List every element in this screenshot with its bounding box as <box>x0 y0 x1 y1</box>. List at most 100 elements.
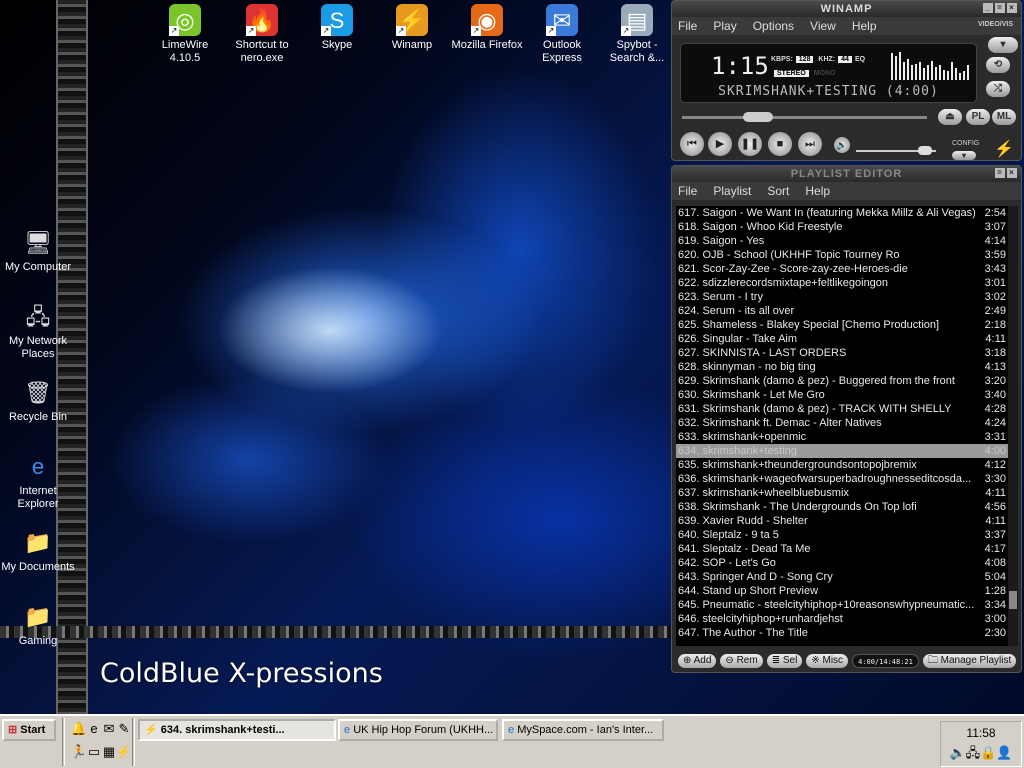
security-icon[interactable]: 🔒 <box>980 745 996 760</box>
task-winamp[interactable]: ⚡ 634. skrimshank+testi... <box>138 719 336 741</box>
add-button[interactable]: ⊕ Add <box>678 654 717 668</box>
menu-file[interactable]: File <box>678 19 697 33</box>
playlist-row[interactable]: 645. Pneumatic - steelcityhiphop+10reaso… <box>676 598 1008 612</box>
menu-options[interactable]: Options <box>753 19 794 33</box>
menu-play[interactable]: Play <box>713 19 736 33</box>
desktop-icon[interactable]: 📁 Gaming <box>0 600 76 648</box>
playlist-row[interactable]: 624. Serum - its all over 2:49 <box>676 304 1008 318</box>
network-icon[interactable]: 🖧 <box>966 745 981 760</box>
close-button[interactable]: × <box>1007 3 1017 13</box>
seek-handle[interactable] <box>742 112 773 122</box>
toolbar-grip[interactable] <box>62 718 65 766</box>
winamp-icon[interactable]: ⚡ <box>115 743 133 761</box>
playlist-row[interactable]: 625. Shameless - Blakey Special [Chemo P… <box>676 318 1008 332</box>
menu-file[interactable]: File <box>678 184 697 198</box>
scrollbar-thumb[interactable] <box>1009 591 1017 609</box>
desktop-icon[interactable]: e Internet Explorer <box>0 450 76 511</box>
start-button[interactable]: ⊞ Start <box>2 719 56 741</box>
minimize-button[interactable]: _ <box>983 3 993 13</box>
desktop-icon[interactable]: ◉ Mozilla Firefox <box>449 4 525 52</box>
playlist-row[interactable]: 646. steelcityhiphop+runhardjehst 3:00 <box>676 612 1008 626</box>
desktop-icon[interactable]: 🗑 Recycle Bin <box>0 376 76 424</box>
playlist-row[interactable]: 627. SKINNISTA - LAST ORDERS 3:18 <box>676 346 1008 360</box>
visualizer[interactable] <box>891 50 969 80</box>
desktop-icon[interactable]: 🖥 My Computer <box>0 226 76 274</box>
playlist-row[interactable]: 618. Saigon - Whoo Kid Freestyle 3:07 <box>676 220 1008 234</box>
desktop-icon[interactable]: ◎ LimeWire 4.10.5 <box>147 4 223 65</box>
task-ukhh-forum[interactable]: e UK Hip Hop Forum (UKHH... <box>338 719 498 741</box>
media-library-button[interactable]: ML <box>992 109 1016 125</box>
shade-button[interactable]: = <box>995 168 1005 178</box>
playlist-row[interactable]: 643. Springer And D - Song Cry 5:04 <box>676 570 1008 584</box>
playlist-row[interactable]: 631. Skrimshank (damo & pez) - TRACK WIT… <box>676 402 1008 416</box>
desktop-icon[interactable]: 📁 My Documents <box>0 526 76 574</box>
video-vis-toggle[interactable]: ▾ <box>988 37 1018 53</box>
playlist-row[interactable]: 620. OJB - School (UKHHF Topic Tourney R… <box>676 248 1008 262</box>
playlist-row[interactable]: 623. Serum - I try 3:02 <box>676 290 1008 304</box>
menu-help[interactable]: Help <box>852 19 877 33</box>
playlist-row[interactable]: 626. Singular - Take Aim 4:11 <box>676 332 1008 346</box>
select-button[interactable]: ≣ Sel <box>766 654 803 668</box>
config-button[interactable]: ▾ <box>952 151 976 160</box>
playlist-row[interactable]: 642. SOP - Let's Go 4:08 <box>676 556 1008 570</box>
winamp-titlebar[interactable]: WINAMP _ = × <box>672 1 1021 17</box>
playlist-track-list[interactable]: 617. Saigon - We Want In (featuring Mekk… <box>676 206 1008 646</box>
eject-button[interactable]: ⏏ <box>938 109 962 125</box>
playlist-row[interactable]: 644. Stand up Short Preview 1:28 <box>676 584 1008 598</box>
playlist-scrollbar[interactable] <box>1008 206 1018 646</box>
playlist-row[interactable]: 635. skrimshank+theundergroundsontopojbr… <box>676 458 1008 472</box>
playlist-row[interactable]: 639. Xavier Rudd - Shelter 4:11 <box>676 514 1008 528</box>
manage-playlist-button[interactable]: 🗀 Manage Playlist <box>922 654 1017 668</box>
next-button[interactable]: ⏭ <box>798 132 822 156</box>
playlist-row[interactable]: 633. skrimshank+openmic 3:31 <box>676 430 1008 444</box>
desktop-icon[interactable]: 🖧 My Network Places <box>0 300 76 361</box>
playlist-row[interactable]: 634. skrimshank+testing 4:00 <box>676 444 1008 458</box>
playlist-row[interactable]: 622. sdizzlerecordsmixtape+feltlikegoing… <box>676 276 1008 290</box>
playlist-titlebar[interactable]: PLAYLIST EDITOR = × <box>672 166 1021 182</box>
pause-button[interactable]: ❚❚ <box>738 132 762 156</box>
remove-button[interactable]: ⊖ Rem <box>720 654 763 668</box>
time-display[interactable]: 1:15 <box>711 52 769 80</box>
clock[interactable]: 11:58 <box>941 726 1021 740</box>
play-button[interactable]: ▶ <box>708 132 732 156</box>
menu-help[interactable]: Help <box>805 184 830 198</box>
playlist-row[interactable]: 647. The Author - The Title 2:30 <box>676 626 1008 640</box>
desktop-icon[interactable]: S Skype <box>299 4 375 52</box>
menu-playlist[interactable]: Playlist <box>713 184 751 198</box>
desktop-icon[interactable]: ✉ Outlook Express <box>524 4 600 65</box>
stop-button[interactable]: ■ <box>768 132 792 156</box>
volume-slider[interactable] <box>856 146 936 155</box>
mute-icon[interactable]: 🔈 <box>834 137 850 153</box>
menu-sort[interactable]: Sort <box>767 184 789 198</box>
playlist-row[interactable]: 617. Saigon - We Want In (featuring Mekk… <box>676 206 1008 220</box>
playlist-row[interactable]: 621. Scor-Zay-Zee - Score-zay-zee-Heroes… <box>676 262 1008 276</box>
menu-view[interactable]: View <box>810 19 836 33</box>
playlist-row[interactable]: 629. Skrimshank (damo & pez) - Buggered … <box>676 374 1008 388</box>
shuffle-button[interactable]: ⤮ <box>986 81 1010 97</box>
desktop-icon[interactable]: ⚡ Winamp <box>374 4 450 52</box>
previous-button[interactable]: ⏮ <box>680 132 704 156</box>
playlist-row[interactable]: 619. Saigon - Yes 4:14 <box>676 234 1008 248</box>
playlist-row[interactable]: 640. Sleptalz - 9 ta 5 3:37 <box>676 528 1008 542</box>
toolbar-grip[interactable] <box>132 718 135 766</box>
misc-button[interactable]: ※ Misc <box>806 654 849 668</box>
repeat-button[interactable]: ⟲ <box>986 57 1010 73</box>
playlist-row[interactable]: 628. skinnyman - no big ting 4:13 <box>676 360 1008 374</box>
volume-handle[interactable] <box>918 146 932 155</box>
messenger-icon[interactable]: 👤 <box>996 745 1012 760</box>
task-myspace[interactable]: e MySpace.com - Ian's Inter... <box>502 719 664 741</box>
playlist-toggle-button[interactable]: PL <box>966 109 990 125</box>
playlist-row[interactable]: 636. skrimshank+wageofwarsuperbadroughne… <box>676 472 1008 486</box>
desktop-icon[interactable]: 🔥 Shortcut to nero.exe <box>224 4 300 65</box>
seek-bar[interactable] <box>682 112 927 122</box>
desktop-icon[interactable]: ▤ Spybot - Search &... <box>599 4 675 65</box>
notepad-icon[interactable]: ✎ <box>115 720 133 738</box>
volume-icon[interactable]: 🔈 <box>949 745 965 760</box>
playlist-row[interactable]: 632. Skrimshank ft. Demac - Alter Native… <box>676 416 1008 430</box>
playlist-row[interactable]: 638. Skrimshank - The Undergrounds On To… <box>676 500 1008 514</box>
shade-button[interactable]: = <box>995 3 1005 13</box>
close-button[interactable]: × <box>1007 168 1017 178</box>
playlist-row[interactable]: 641. Sleptalz - Dead Ta Me 4:17 <box>676 542 1008 556</box>
playlist-row[interactable]: 637. skrimshank+wheelbluebusmix 4:11 <box>676 486 1008 500</box>
playlist-row[interactable]: 630. Skrimshank - Let Me Gro 3:40 <box>676 388 1008 402</box>
